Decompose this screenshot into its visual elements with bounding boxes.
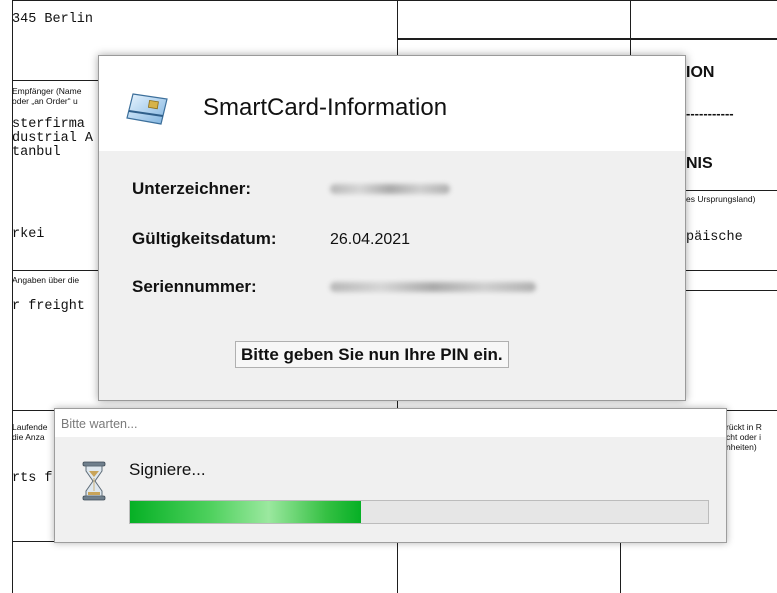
consignee-line-3: tanbul [12,145,61,160]
form-heading-2: NIS [686,155,713,172]
progress-bar-fill [130,501,362,523]
right-note-3: nheiten) [726,442,757,452]
wait-dialog-title: Bitte warten... [61,417,138,431]
origin-label: es Ursprungsland) [686,194,756,204]
serial-label: Seriennummer: [132,277,257,296]
signing-status: Signiere... [129,460,206,479]
country-text: rkei [12,227,45,242]
wait-dialog: Bitte warten... Signiere... [54,408,727,543]
consignee-line-2: dustrial A [12,131,94,146]
smartcard-icon [125,91,169,127]
item-label-2: die Anza [12,432,45,442]
consignee-line-1: sterfirma [12,117,85,132]
hourglass-icon [81,461,107,501]
item-label: Laufende [12,422,48,432]
signer-label: Unterzeichner: [132,179,252,198]
right-note-2: cht oder i [726,432,761,442]
progress-bar [129,500,709,524]
item-text: rts f [12,471,53,486]
form-heading-1: ION [686,64,715,81]
smartcard-info-dialog: SmartCard-Information Unterzeichner: Gül… [98,55,686,401]
origin-value: päische [686,230,743,245]
address-line: 345 Berlin [12,12,94,27]
right-note-1: rückt in R [726,422,762,432]
wait-dialog-body [55,437,726,542]
signer-value-redacted [330,184,450,194]
serial-value-redacted [330,282,536,292]
transport-text: r freight [12,299,85,314]
consignee-label: Empfänger (Name [12,86,82,96]
dialog-title: SmartCard-Information [203,94,448,121]
dialog-header: SmartCard-Information [99,56,685,151]
transport-label: Angaben über die [12,275,80,285]
consignee-label-2: oder „an Order“ u [12,96,78,106]
validity-value: 26.04.2021 [330,231,411,248]
validity-label: Gültigkeitsdatum: [132,229,277,248]
pin-prompt: Bitte geben Sie nun Ihre PIN ein. [235,341,509,368]
form-dashes: ----------- [686,106,734,121]
